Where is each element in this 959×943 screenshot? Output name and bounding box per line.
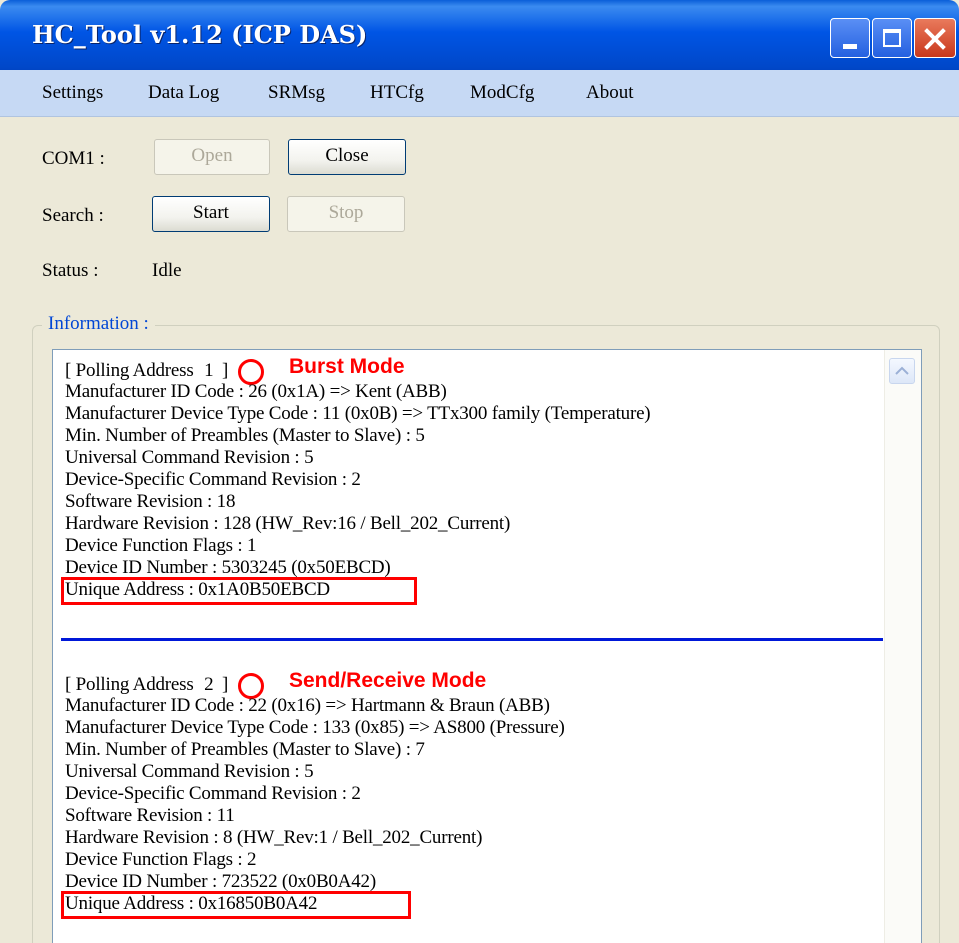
info-line: Min. Number of Preambles (Master to Slav…	[65, 425, 425, 446]
mode-annotation: Send/Receive Mode	[289, 669, 487, 692]
scroll-up-button[interactable]	[889, 358, 915, 384]
polling-address-suffix: ]	[222, 674, 229, 695]
polling-address-prefix: [ Polling Address	[65, 674, 194, 695]
maximize-icon	[883, 29, 901, 47]
app-window: HC_Tool v1.12 (ICP DAS) Settings Data Lo…	[0, 0, 959, 943]
title-bar[interactable]: HC_Tool v1.12 (ICP DAS)	[0, 0, 959, 80]
window-title: HC_Tool v1.12 (ICP DAS)	[32, 20, 368, 49]
open-button[interactable]: Open	[154, 139, 270, 175]
menu-settings[interactable]: Settings	[42, 82, 103, 104]
info-line: Hardware Revision : 128 (HW_Rev:16 / Bel…	[65, 513, 511, 534]
close-window-button[interactable]	[914, 18, 956, 58]
menu-data-log[interactable]: Data Log	[148, 82, 219, 104]
maximize-button[interactable]	[872, 18, 912, 58]
info-line: Software Revision : 11	[65, 805, 235, 826]
information-group-title: Information :	[42, 313, 155, 335]
info-line: Manufacturer Device Type Code : 133 (0x8…	[65, 717, 565, 738]
vertical-scrollbar[interactable]	[884, 350, 921, 943]
info-line: Hardware Revision : 8 (HW_Rev:1 / Bell_2…	[65, 827, 483, 848]
info-line: Min. Number of Preambles (Master to Slav…	[65, 739, 425, 760]
polling-address-line: [ Polling Address 2 ]	[65, 674, 228, 696]
menu-srmsg[interactable]: SRMsg	[268, 82, 325, 104]
polling-address-suffix: ]	[222, 360, 229, 381]
start-button[interactable]: Start	[152, 196, 270, 232]
menu-bar: Settings Data Log SRMsg HTCfg ModCfg Abo…	[0, 70, 959, 117]
info-line: Software Revision : 18	[65, 491, 236, 512]
polling-address-number: 2	[204, 674, 214, 695]
search-label: Search :	[42, 205, 104, 226]
menu-modcfg[interactable]: ModCfg	[470, 82, 534, 104]
polling-address-number: 1	[204, 360, 214, 381]
info-line: Device ID Number : 723522 (0x0B0A42)	[65, 871, 376, 892]
com-port-label: COM1 :	[42, 148, 105, 169]
close-icon	[924, 28, 946, 50]
info-line: Device-Specific Command Revision : 2	[65, 783, 361, 804]
info-line: Manufacturer ID Code : 22 (0x16) => Hart…	[65, 695, 550, 716]
annotation-box-1	[61, 577, 417, 605]
polling-address-line: [ Polling Address 1 ]	[65, 360, 228, 382]
status-label: Status :	[42, 260, 99, 281]
info-line: Device Function Flags : 1	[65, 535, 257, 556]
chevron-up-icon	[895, 366, 909, 375]
close-port-button[interactable]: Close	[288, 139, 406, 175]
info-line: Universal Command Revision : 5	[65, 761, 314, 782]
device-separator	[61, 638, 883, 641]
info-line: Manufacturer ID Code : 26 (0x1A) => Kent…	[65, 381, 447, 402]
polling-address-prefix: [ Polling Address	[65, 360, 194, 381]
status-value: Idle	[152, 260, 182, 281]
annotation-box-2	[61, 891, 411, 919]
info-line: Device-Specific Command Revision : 2	[65, 469, 361, 490]
menu-htcfg[interactable]: HTCfg	[370, 82, 424, 104]
info-line: Manufacturer Device Type Code : 11 (0x0B…	[65, 403, 651, 424]
stop-button[interactable]: Stop	[287, 196, 405, 232]
info-line: Device ID Number : 5303245 (0x50EBCD)	[65, 557, 391, 578]
minimize-icon	[843, 44, 857, 49]
menu-about[interactable]: About	[586, 82, 634, 104]
information-textarea[interactable]: [ Polling Address 1 ] Burst Mode Manufac…	[52, 349, 922, 943]
info-line: Device Function Flags : 2	[65, 849, 257, 870]
info-line: Universal Command Revision : 5	[65, 447, 314, 468]
minimize-button[interactable]	[830, 18, 870, 58]
mode-annotation: Burst Mode	[289, 355, 405, 378]
